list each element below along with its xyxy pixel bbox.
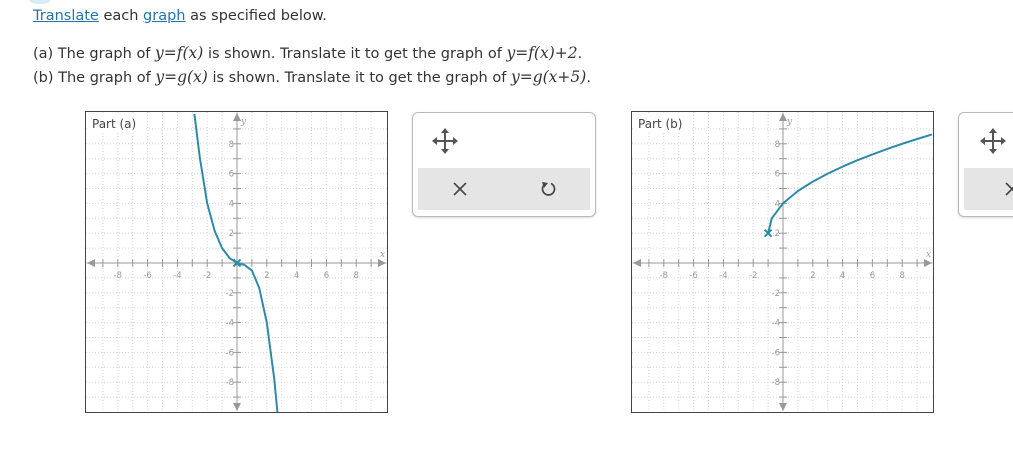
part-a-q3: .: [577, 46, 583, 62]
x-tick-label: 2: [264, 271, 269, 281]
close-x-icon: [1005, 182, 1013, 196]
close-x-icon: [453, 182, 467, 196]
part-a-question: (a) The graph of y=f(x) is shown. Transl…: [33, 44, 582, 62]
toolbar-actions-a: [418, 168, 590, 210]
clear-button[interactable]: [982, 168, 1013, 210]
x-tick-label: -4: [719, 271, 727, 281]
move-arrows-icon[interactable]: [431, 127, 459, 155]
y-axis-label: y: [240, 117, 247, 127]
x-tick-label: 2: [810, 271, 815, 281]
part-b-q3: .: [586, 70, 591, 86]
toolbox-part-b: [958, 112, 1013, 217]
part-a-q1: (a) The graph of: [33, 46, 156, 62]
y-tick-label: 8: [229, 140, 234, 150]
toolbox-part-a: [412, 112, 596, 217]
undo-icon: [541, 182, 556, 196]
x-axis-label: x: [380, 250, 385, 260]
part-a-q2: is shown. Translate it to get the graph …: [203, 46, 507, 62]
part-b-math-original: y=g(x): [155, 68, 208, 86]
y-tick-label: -6: [226, 348, 234, 358]
x-axis-label: x: [926, 250, 931, 260]
clear-button[interactable]: [430, 168, 490, 210]
x-tick-label: 6: [324, 271, 329, 281]
y-tick-label: -4: [772, 319, 780, 329]
move-arrows-icon[interactable]: [979, 127, 1007, 155]
y-tick-label: 2: [229, 229, 234, 239]
graph-part-b[interactable]: -8 -6 -4 -2 2 4 6 88642-2-4-6-8xyPart (b): [631, 111, 934, 413]
graph-part-label: Part (a): [92, 117, 136, 131]
graph-part-a[interactable]: -8 -6 -4 -2 2 4 6 8 8 6 4 2 -2 -4 -6 -8 x y Part (a): [85, 111, 388, 413]
translate-link[interactable]: Translate: [33, 8, 99, 24]
top-tab: [28, 0, 52, 4]
x-tick-label: -2: [203, 271, 211, 281]
part-a-math-target: y=f(x)+2: [506, 44, 578, 62]
y-tick-label: 6: [775, 170, 780, 180]
x-tick-label: -2: [749, 271, 757, 281]
part-a-math-original: y=f(x): [155, 44, 204, 62]
x-tick-label: 8: [353, 271, 358, 281]
y-tick-label: -2: [226, 289, 234, 299]
y-tick-label: 4: [229, 199, 234, 209]
part-b-q2: is shown. Translate it to get the graph …: [207, 70, 511, 86]
undo-button[interactable]: [518, 168, 578, 210]
x-tick-label: 6: [870, 271, 875, 281]
y-axis-label: y: [786, 117, 793, 127]
x-tick-label: 8: [899, 271, 904, 281]
instruction-each: each: [98, 8, 144, 24]
y-tick-label: -6: [772, 348, 780, 358]
y-tick-label: 6: [229, 170, 234, 180]
x-tick-label: -8: [660, 271, 668, 281]
x-tick-label: -6: [143, 271, 151, 281]
y-tick-label: -2: [772, 289, 780, 299]
part-b-math-target: y=g(x+5): [510, 68, 587, 86]
instruction-text: Translate each graph as specified below.: [33, 8, 327, 24]
x-tick-label: 4: [294, 271, 299, 281]
x-tick-label: -8: [114, 271, 122, 281]
part-b-question: (b) The graph of y=g(x) is shown. Transl…: [33, 68, 591, 86]
graph-part-label: Part (b): [638, 117, 682, 131]
graph-link[interactable]: graph: [143, 8, 185, 24]
part-b-q1: (b) The graph of: [33, 70, 156, 86]
y-tick-label: -4: [226, 319, 234, 329]
x-tick-label: 4: [840, 271, 845, 281]
y-tick-label: -8: [226, 378, 234, 388]
y-tick-label: -8: [772, 378, 780, 388]
x-tick-label: -4: [173, 271, 181, 281]
toolbar-actions-b: [964, 168, 1013, 210]
y-tick-label: 8: [775, 140, 780, 150]
x-tick-label: -6: [689, 271, 697, 281]
instruction-rest: as specified below.: [185, 8, 327, 24]
y-tick-label: 2: [775, 229, 780, 239]
